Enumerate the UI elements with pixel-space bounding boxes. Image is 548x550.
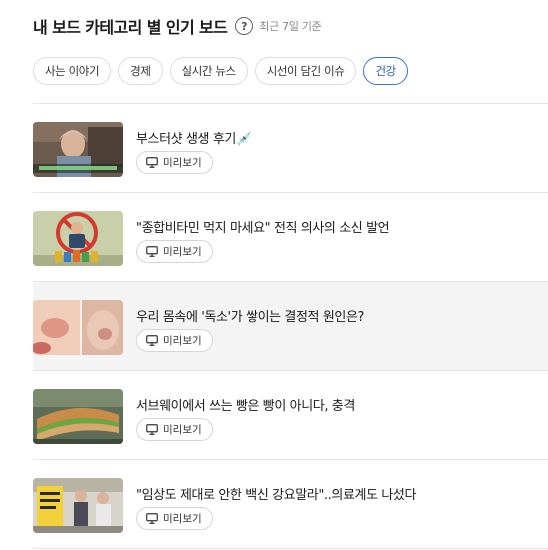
preview-label: 미리보기 — [163, 424, 202, 436]
preview-button[interactable]: 미리보기 — [136, 507, 213, 530]
category-tabs: 사는 이야기 경제 실시간 뉴스 시선이 담긴 이슈 건강 — [33, 57, 415, 85]
monitor-icon — [146, 246, 158, 257]
page-title: 내 보드 카테고리 별 인기 보드 — [33, 18, 228, 37]
skin-rash-thumbnail — [33, 300, 123, 355]
preview-label: 미리보기 — [163, 335, 202, 347]
item-title[interactable]: "임상도 제대로 안한 백신 강요말라"..의료계도 나섰다 — [136, 484, 416, 503]
item-title[interactable]: 부스터샷 생생 후기💉 — [136, 128, 252, 147]
monitor-icon — [146, 157, 158, 168]
preview-label: 미리보기 — [163, 513, 202, 525]
tab-health[interactable]: 건강 — [363, 57, 408, 85]
help-icon[interactable]: ? — [235, 17, 254, 35]
list-item[interactable]: 부스터샷 생생 후기💉 미리보기 — [33, 104, 548, 193]
sandwich-thumbnail — [33, 389, 123, 444]
list-item[interactable]: "임상도 제대로 안한 백신 강요말라"..의료계도 나섰다 미리보기 — [33, 460, 548, 549]
tab-economy[interactable]: 경제 — [118, 57, 163, 85]
monitor-icon — [146, 513, 158, 524]
monitor-icon — [146, 335, 158, 346]
list-item[interactable]: 서브웨이에서 쓰는 빵은 빵이 아니다, 충격 미리보기 — [33, 371, 548, 460]
period-label: 최근 7일 기준 — [259, 20, 322, 33]
protest-thumbnail — [33, 478, 123, 533]
tab-life-stories[interactable]: 사는 이야기 — [33, 57, 112, 85]
preview-button[interactable]: 미리보기 — [136, 151, 213, 174]
list-item[interactable]: "종합비타민 먹지 마세요" 전직 의사의 소신 발언 미리보기 — [33, 193, 548, 282]
list-item[interactable]: 우리 몸속에 '독소'가 쌓이는 결정적 원인은? 미리보기 — [33, 282, 548, 371]
no-vitamins-thumbnail — [33, 211, 123, 266]
preview-label: 미리보기 — [163, 246, 202, 258]
item-title[interactable]: 우리 몸속에 '독소'가 쌓이는 결정적 원인은? — [136, 306, 364, 325]
preview-button[interactable]: 미리보기 — [136, 418, 213, 441]
item-title[interactable]: "종합비타민 먹지 마세요" 전직 의사의 소신 발언 — [136, 217, 390, 236]
preview-button[interactable]: 미리보기 — [136, 240, 213, 263]
preview-label: 미리보기 — [163, 157, 202, 169]
board-list: 부스터샷 생생 후기💉 미리보기 "종합비타민 먹지 마세요" 전직 의사의 소… — [33, 103, 548, 549]
preview-button[interactable]: 미리보기 — [136, 329, 213, 352]
elderly-woman-tv-thumbnail — [33, 122, 123, 177]
monitor-icon — [146, 424, 158, 435]
tab-realtime-news[interactable]: 실시간 뉴스 — [169, 57, 248, 85]
item-title[interactable]: 서브웨이에서 쓰는 빵은 빵이 아니다, 충격 — [136, 395, 355, 414]
board-header: 내 보드 카테고리 별 인기 보드 ? 최근 7일 기준 — [33, 14, 322, 38]
tab-issues[interactable]: 시선이 담긴 이슈 — [254, 57, 357, 85]
